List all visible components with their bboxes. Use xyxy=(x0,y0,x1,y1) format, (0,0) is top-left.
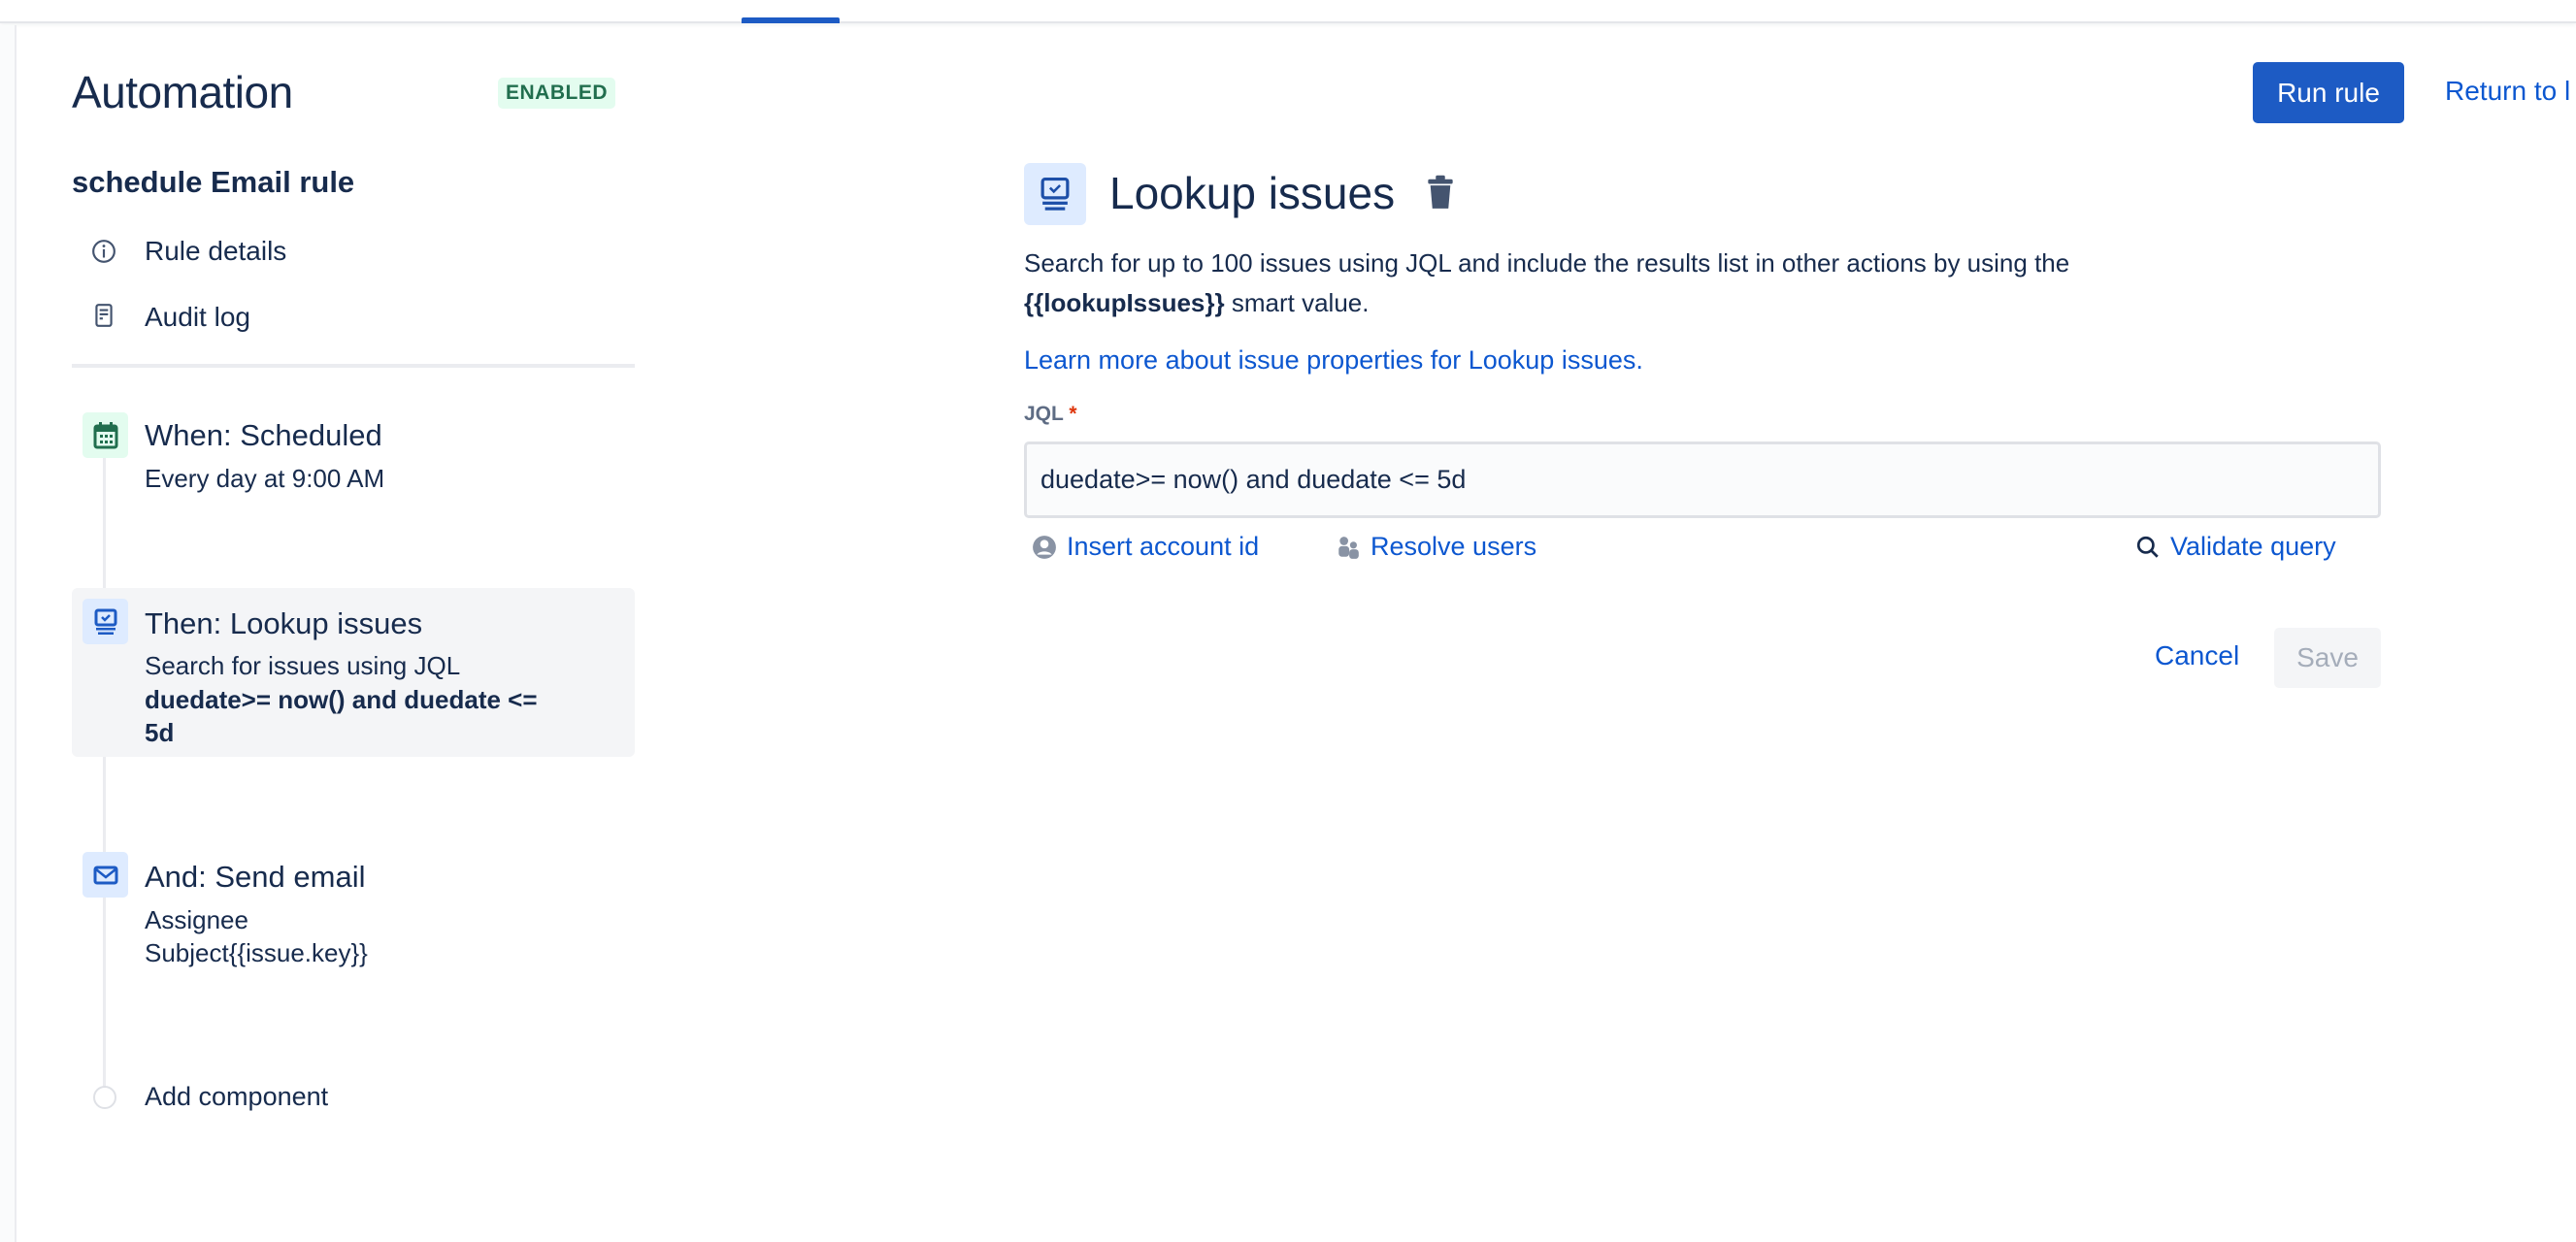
left-sidebar-edge xyxy=(0,25,17,1242)
user-avatar-icon xyxy=(1033,535,1056,559)
audit-log-icon xyxy=(95,304,113,327)
step-and-send-email[interactable]: And: Send email xyxy=(145,860,365,895)
step-detail: Search for issues using JQL xyxy=(145,651,461,680)
sidebar-item-rule-details[interactable]: Rule details xyxy=(145,236,286,267)
cancel-button[interactable]: Cancel xyxy=(2155,640,2239,671)
insert-account-id-label: Insert account id xyxy=(1067,532,1260,561)
add-component-circle-icon xyxy=(93,1086,116,1109)
step-detail-jql: duedate>= now() and duedate <= xyxy=(145,685,538,714)
step-detail: Every day at 9:00 AM xyxy=(145,464,385,493)
step-detail: Assignee xyxy=(145,905,248,934)
add-component-button[interactable]: Add component xyxy=(145,1082,328,1112)
panel-description: Search for up to 100 issues using JQL an… xyxy=(1024,248,2070,278)
learn-more-link[interactable]: Learn more about issue properties for Lo… xyxy=(1024,345,1643,376)
jql-input[interactable]: duedate>= now() and duedate <= 5d xyxy=(1024,441,2381,518)
rule-name: schedule Email rule xyxy=(72,165,355,199)
search-icon xyxy=(2136,536,2159,558)
smart-value: {{lookupIssues}} xyxy=(1024,288,1225,317)
divider xyxy=(72,364,635,368)
insert-account-id-button[interactable]: Insert account id xyxy=(1032,532,1259,562)
required-mark: * xyxy=(1069,403,1077,425)
sidebar-item-audit-log[interactable]: Audit log xyxy=(145,302,250,333)
info-icon xyxy=(92,240,116,263)
panel-title: Lookup issues xyxy=(1109,168,1396,218)
calendar-icon xyxy=(83,412,128,458)
run-rule-button[interactable]: Run rule xyxy=(2253,62,2404,123)
email-icon xyxy=(83,852,128,898)
step-detail: Subject{{issue.key}} xyxy=(145,938,368,967)
jql-label: JQL * xyxy=(1024,403,1077,426)
return-link[interactable]: Return to l xyxy=(2445,76,2570,107)
top-navigation-bar xyxy=(0,0,2576,23)
validate-query-label: Validate query xyxy=(2170,532,2336,561)
step-when-scheduled[interactable]: When: Scheduled xyxy=(145,418,382,453)
lookup-issues-icon xyxy=(83,599,128,644)
page-title: Automation xyxy=(72,67,293,117)
trash-icon[interactable] xyxy=(1424,175,1457,212)
panel-description-line2: {{lookupIssues}} smart value. xyxy=(1024,288,1369,318)
step-detail-jql: 5d xyxy=(145,718,175,747)
description-text: smart value. xyxy=(1224,288,1370,317)
timeline-line xyxy=(103,457,106,1088)
people-icon xyxy=(1338,536,1359,559)
jql-label-text: JQL xyxy=(1024,403,1064,425)
active-tab-indicator xyxy=(742,17,840,23)
lookup-issues-icon xyxy=(1024,163,1086,225)
validate-query-button[interactable]: Validate query xyxy=(2135,532,2336,562)
status-badge: ENABLED xyxy=(498,78,616,109)
resolve-users-button[interactable]: Resolve users xyxy=(1336,532,1536,562)
step-then-lookup-issues[interactable]: Then: Lookup issues xyxy=(145,606,422,641)
save-button[interactable]: Save xyxy=(2274,628,2381,688)
resolve-users-label: Resolve users xyxy=(1371,532,1537,561)
